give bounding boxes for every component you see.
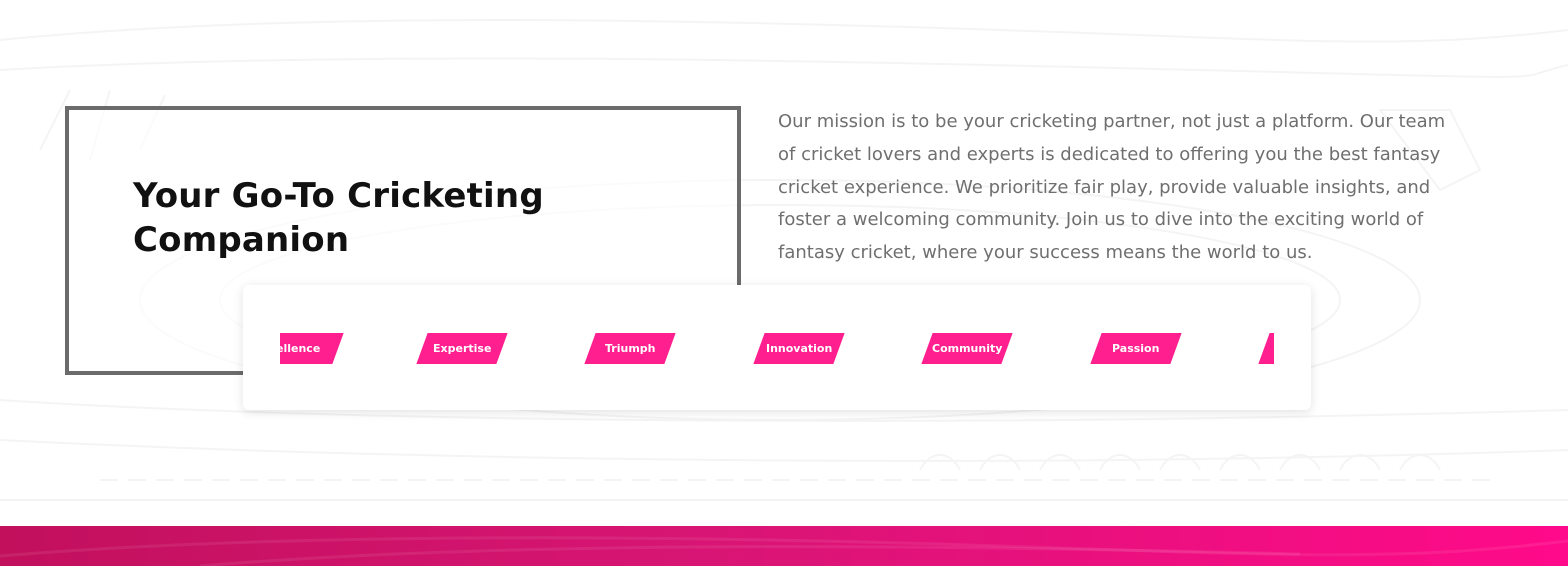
values-ticker-card: ellence Expertise Triumph Innovation Com… xyxy=(243,285,1311,410)
value-tag-label: Innovation xyxy=(765,342,833,355)
section-heading: Your Go-To Cricketing Companion xyxy=(133,176,544,260)
value-tag-label: Community xyxy=(931,342,1003,355)
value-tag-label: Triumph xyxy=(604,342,656,355)
footer-band xyxy=(0,526,1568,566)
value-tag-label: Expertise xyxy=(432,342,492,355)
value-tag-label: ellence xyxy=(280,342,321,355)
value-tag xyxy=(1258,333,1274,364)
value-tag: Community xyxy=(921,333,1013,364)
value-tag: Expertise xyxy=(416,333,508,364)
value-tag: Triumph xyxy=(584,333,676,364)
footer-texture xyxy=(0,536,1568,566)
values-ticker: ellence Expertise Triumph Innovation Com… xyxy=(280,333,1274,365)
value-tag-label: Passion xyxy=(1112,342,1160,355)
about-section: Your Go-To Cricketing Companion Our miss… xyxy=(0,0,1568,566)
value-tag: ellence xyxy=(280,333,344,364)
value-tag: Passion xyxy=(1090,333,1182,364)
value-tag: Innovation xyxy=(753,333,845,364)
mission-paragraph: Our mission is to be your cricketing par… xyxy=(778,111,1446,264)
